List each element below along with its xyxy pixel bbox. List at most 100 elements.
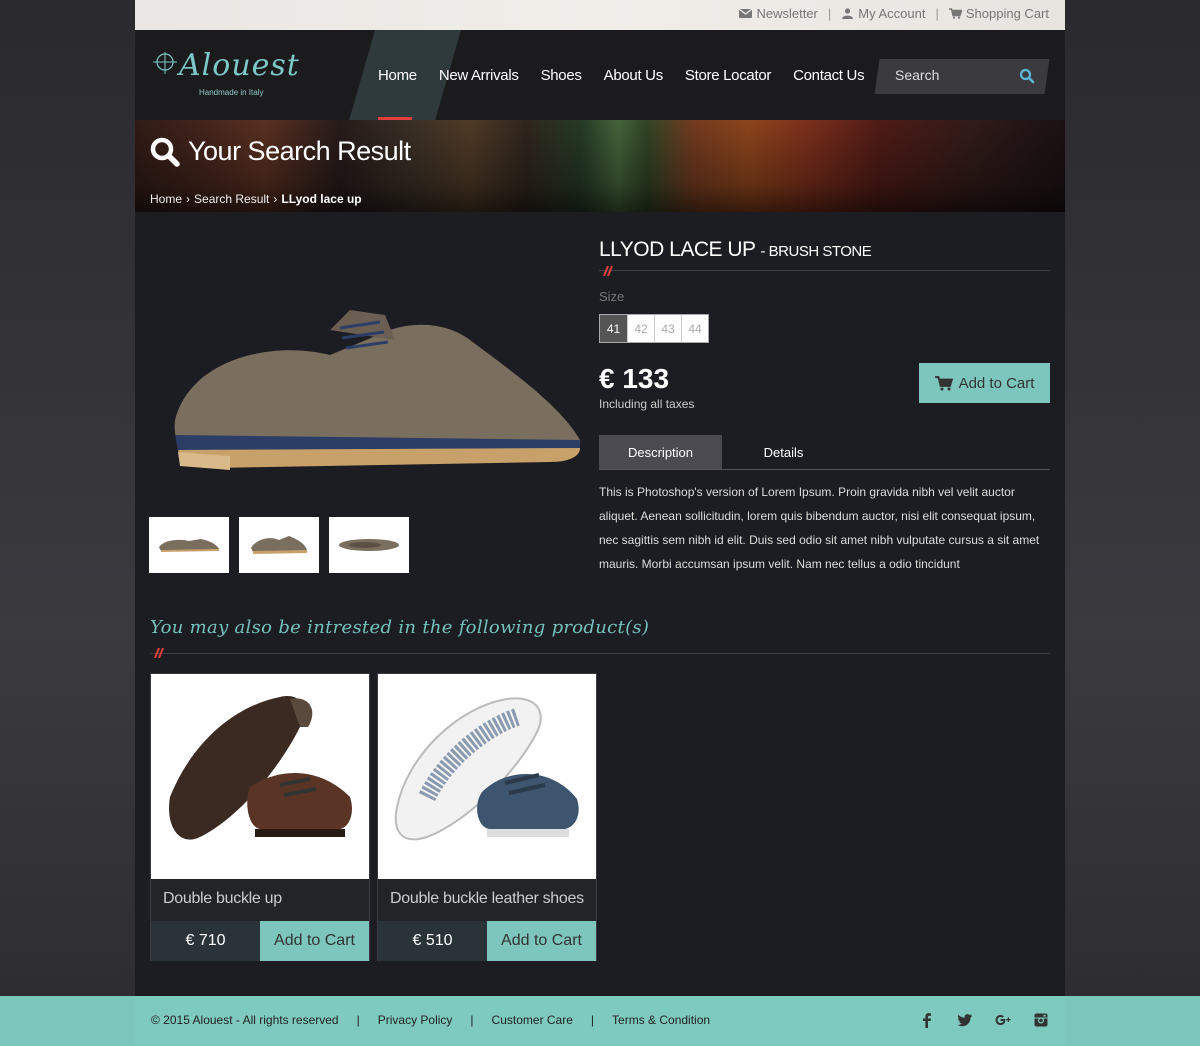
thumbnail-1[interactable]	[149, 517, 229, 573]
related-products-title: You may also be intrested in the followi…	[150, 617, 650, 638]
product-main-image	[174, 310, 581, 470]
brand-tagline: Handmade in Italy	[199, 88, 264, 97]
nav-shoes[interactable]: Shoes	[530, 67, 593, 84]
search-input[interactable]	[895, 67, 1015, 83]
customer-care-link[interactable]: Customer Care	[492, 1013, 573, 1027]
product-info: LLYOD LACE UP - BRUSH STONE Size 41 42 4…	[599, 238, 1050, 576]
related-product-image[interactable]	[151, 674, 369, 879]
divider: |	[470, 1013, 474, 1027]
search-icon[interactable]	[1019, 68, 1035, 84]
cart-icon	[948, 8, 962, 19]
related-divider	[150, 653, 1050, 654]
product-thumbnails	[149, 517, 409, 573]
divider: |	[590, 1013, 595, 1027]
copyright-text: © 2015 Alouest - All rights reserved	[151, 1013, 339, 1027]
privacy-policy-link[interactable]: Privacy Policy	[378, 1013, 453, 1027]
thumbnail-2[interactable]	[239, 517, 319, 573]
nav-contact-us[interactable]: Contact Us	[782, 67, 875, 84]
shopping-cart-link[interactable]: Shopping Cart	[948, 6, 1049, 21]
newsletter-link[interactable]: Newsletter	[739, 6, 818, 21]
related-product-name[interactable]: Double buckle up	[151, 879, 369, 921]
divider: |	[356, 1013, 360, 1027]
nav-store-locator[interactable]: Store Locator	[674, 67, 782, 84]
breadcrumb-search-result[interactable]: Search Result	[194, 192, 269, 206]
brand-name: Alouest	[179, 48, 300, 83]
page-banner: Your Search Result Home › Search Result …	[135, 120, 1065, 212]
breadcrumb-home[interactable]: Home	[150, 192, 182, 206]
size-option-41[interactable]: 41	[600, 315, 627, 342]
page-container: Newsletter | My Account | Shopping Cart …	[135, 0, 1065, 1046]
envelope-icon	[739, 8, 753, 18]
nav-home[interactable]: Home	[367, 67, 428, 84]
title-divider	[599, 266, 1050, 276]
related-product-card: Double buckle leather shoes € 510 Add to…	[377, 673, 597, 961]
thumbnail-image	[251, 536, 307, 554]
chevron-right-icon: ›	[273, 192, 278, 206]
related-product-image[interactable]	[378, 674, 596, 879]
site-header: Alouest Handmade in Italy Home New Arriv…	[135, 30, 1065, 120]
size-option-43[interactable]: 43	[654, 315, 681, 342]
twitter-icon[interactable]	[957, 1012, 973, 1028]
social-links	[919, 1012, 1049, 1028]
slash-accent-icon	[603, 266, 613, 276]
nav-new-arrivals[interactable]: New Arrivals	[428, 67, 530, 84]
my-account-label: My Account	[858, 6, 926, 21]
instagram-icon[interactable]	[1033, 1012, 1049, 1028]
footer-inner: © 2015 Alouest - All rights reserved | P…	[135, 996, 1065, 1046]
page-title-text: Your Search Result	[188, 136, 411, 166]
thumbnail-3[interactable]	[329, 517, 409, 573]
terms-link[interactable]: Terms & Condition	[612, 1013, 710, 1027]
utility-bar: Newsletter | My Account | Shopping Cart	[135, 0, 1065, 30]
search-icon	[150, 137, 180, 167]
size-selector: 41 42 43 44	[599, 314, 709, 343]
page-background-left	[0, 0, 135, 1046]
breadcrumb: Home › Search Result › LLyod lace up	[150, 192, 362, 206]
product-description: This is Photoshop's version of Lorem Ips…	[599, 485, 1040, 571]
add-to-cart-label: Add to Cart	[958, 374, 1035, 392]
product-name: LLYOD LACE UP - BRUSH STONE	[599, 238, 1050, 262]
shopping-cart-label: Shopping Cart	[965, 6, 1049, 21]
slash-accent-icon	[154, 648, 164, 658]
divider: |	[827, 6, 832, 21]
brand-logo[interactable]: Alouest Handmade in Italy	[151, 46, 311, 102]
size-option-42[interactable]: 42	[627, 315, 654, 342]
related-product-actions: € 510 Add to Cart	[378, 921, 596, 961]
related-product-card: Double buckle up € 710 Add to Cart	[150, 673, 370, 961]
my-account-link[interactable]: My Account	[841, 6, 925, 21]
thumbnail-image	[339, 539, 399, 551]
tab-description[interactable]: Description	[599, 435, 722, 469]
breadcrumb-current: LLyod lace up	[281, 192, 362, 206]
utility-links: Newsletter | My Account | Shopping Cart	[739, 6, 1049, 21]
product-image	[169, 695, 352, 840]
footer-links: © 2015 Alouest - All rights reserved | P…	[151, 1013, 710, 1027]
main-nav: Home New Arrivals Shoes About Us Store L…	[367, 67, 875, 84]
newsletter-label: Newsletter	[756, 6, 818, 21]
add-to-cart-button[interactable]: Add to Cart	[919, 363, 1050, 403]
product-title: LLYOD LACE UP	[599, 238, 756, 261]
user-icon	[842, 8, 854, 19]
tab-details[interactable]: Details	[722, 435, 845, 469]
related-product-actions: € 710 Add to Cart	[151, 921, 369, 961]
size-label: Size	[599, 289, 625, 304]
size-option-44[interactable]: 44	[681, 315, 708, 342]
product-image	[394, 696, 579, 840]
cart-icon	[934, 375, 953, 390]
related-product-name[interactable]: Double buckle leather shoes	[378, 879, 596, 921]
nav-about-us[interactable]: About Us	[593, 67, 674, 84]
divider: |	[935, 6, 939, 21]
page-background-right	[1065, 0, 1200, 1046]
related-add-to-cart-button[interactable]: Add to Cart	[487, 921, 596, 961]
chevron-right-icon: ›	[186, 192, 191, 206]
page-title: Your Search Result	[150, 136, 411, 167]
search-box	[874, 59, 1050, 94]
related-product-price: € 710	[151, 921, 260, 961]
related-product-price: € 510	[378, 921, 487, 961]
google-plus-icon[interactable]	[995, 1012, 1011, 1028]
price-row: € 133 Including all taxes Add to Cart	[599, 363, 1050, 433]
related-add-to-cart-button[interactable]: Add to Cart	[260, 921, 369, 961]
product-tabs: Description Details	[599, 435, 1050, 470]
thumbnail-image	[159, 539, 219, 552]
logo-mark-icon	[153, 52, 177, 74]
facebook-icon[interactable]	[919, 1012, 935, 1028]
product-variant: - BRUSH STONE	[760, 243, 872, 260]
